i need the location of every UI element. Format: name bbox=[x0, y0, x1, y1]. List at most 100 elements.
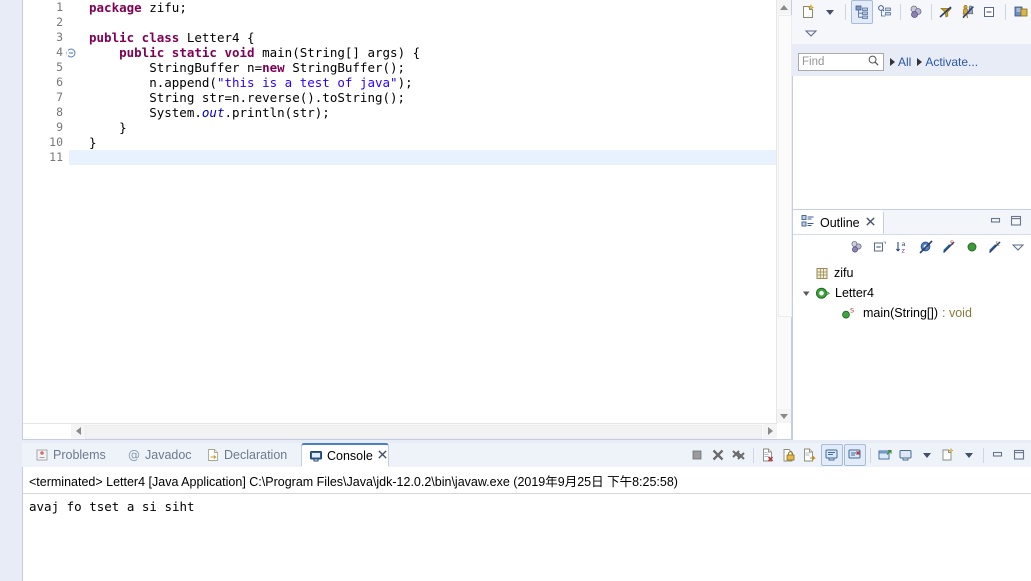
find-bar[interactable]: Find All Activate... bbox=[792, 48, 1031, 76]
collapse-members-icon[interactable] bbox=[906, 1, 926, 23]
hide-non-public-members-icon[interactable] bbox=[962, 238, 981, 257]
console-output-panel[interactable]: <terminated> Letter4 [Java Application] … bbox=[22, 467, 1031, 581]
tab-outline[interactable]: Outline bbox=[793, 210, 884, 234]
sort-alphabetically-icon[interactable]: a z bbox=[893, 238, 912, 257]
editor-text-area[interactable]: 1 2 3 4 5 6 7 8 9 10 11 package zifu; public class… bbox=[23, 0, 777, 423]
hide-local-types-icon[interactable]: L bbox=[985, 238, 1004, 257]
code-line[interactable]: n.append("this is a test of java"); bbox=[89, 75, 777, 90]
new-wizard-icon[interactable] bbox=[798, 1, 818, 23]
terminate-icon[interactable] bbox=[687, 445, 707, 465]
line-number: 2 bbox=[56, 15, 63, 29]
filter-all-link[interactable]: All bbox=[890, 55, 911, 69]
show-console-on-output-icon[interactable] bbox=[821, 444, 843, 466]
toolbar-separator bbox=[899, 4, 901, 20]
toolbar-separator bbox=[983, 447, 984, 463]
scroll-down-arrow-icon[interactable] bbox=[777, 409, 791, 423]
search-icon[interactable] bbox=[867, 54, 880, 70]
problems-icon bbox=[35, 448, 49, 462]
code-line[interactable]: String str=n.reverse().toString(); bbox=[89, 90, 777, 105]
show-console-on-error-icon[interactable] bbox=[844, 444, 866, 466]
open-console-dropdown-icon[interactable] bbox=[959, 445, 979, 465]
tab-label: Problems bbox=[53, 448, 106, 462]
horizontal-scroll-thumb[interactable] bbox=[85, 425, 762, 439]
focus-on-active-task-icon[interactable] bbox=[847, 238, 866, 257]
outline-tree[interactable]: zifu Letter4 Smain(String[]) : void bbox=[793, 259, 1031, 323]
tab-label: Javadoc bbox=[145, 448, 192, 462]
tab-javadoc[interactable]: @ Javadoc bbox=[120, 443, 199, 467]
word-wrap-icon[interactable] bbox=[800, 445, 820, 465]
line-number: 4 bbox=[23, 45, 76, 60]
activate-label: Activate... bbox=[925, 55, 979, 69]
tasks-view-body bbox=[792, 76, 1031, 210]
search-input[interactable]: Find bbox=[798, 53, 884, 71]
remove-launch-icon[interactable] bbox=[708, 445, 728, 465]
collapse-all-icon[interactable] bbox=[870, 238, 889, 257]
minimize-icon[interactable] bbox=[988, 445, 1008, 465]
search-input-placeholder: Find bbox=[802, 56, 825, 68]
eclipse-workbench: 1 2 3 4 5 6 7 8 9 10 11 package zifu; public class… bbox=[0, 0, 1031, 581]
toolbar-separator bbox=[1005, 4, 1007, 20]
collapse-all-icon[interactable] bbox=[980, 1, 1000, 23]
console-toolbar[interactable] bbox=[687, 444, 1029, 466]
minimize-icon[interactable] bbox=[989, 215, 1003, 227]
code-line[interactable]: public static void main(String[] args) { bbox=[89, 45, 777, 60]
outline-item-label: zifu bbox=[834, 266, 854, 280]
toolbar-separator bbox=[753, 447, 754, 463]
expand-arrow-icon[interactable] bbox=[801, 289, 811, 298]
code-line[interactable]: } bbox=[89, 135, 777, 150]
filter-icon[interactable] bbox=[936, 1, 956, 23]
line-number: 6 bbox=[56, 75, 63, 89]
vertical-scroll-thumb[interactable] bbox=[778, 15, 792, 317]
code-line[interactable]: package zifu; bbox=[89, 0, 777, 15]
code-line[interactable]: System.out.println(str); bbox=[89, 105, 777, 120]
tab-label: Declaration bbox=[224, 448, 288, 462]
scroll-right-arrow-icon[interactable] bbox=[763, 424, 777, 438]
code-token: .println(str); bbox=[224, 105, 330, 120]
outline-tree-item[interactable]: Smain(String[]) : void bbox=[793, 303, 1031, 323]
code-line[interactable] bbox=[69, 150, 777, 165]
close-icon[interactable] bbox=[377, 449, 388, 463]
code-line[interactable]: } bbox=[89, 120, 777, 135]
outline-tree-item[interactable]: Letter4 bbox=[793, 283, 1031, 303]
code-line[interactable] bbox=[89, 15, 777, 30]
hide-fields-icon[interactable] bbox=[916, 238, 935, 257]
maximize-icon[interactable] bbox=[1009, 215, 1023, 227]
outline-icon bbox=[801, 214, 815, 231]
outline-tree-item[interactable]: zifu bbox=[793, 263, 1031, 283]
hide-static-members-icon[interactable]: S bbox=[939, 238, 958, 257]
maximize-icon[interactable] bbox=[1009, 445, 1029, 465]
close-icon[interactable] bbox=[865, 216, 876, 230]
activate-link[interactable]: Activate... bbox=[917, 55, 978, 69]
chevron-down-icon[interactable] bbox=[800, 22, 822, 44]
code-line[interactable]: public class Letter4 { bbox=[89, 30, 777, 45]
clear-console-icon[interactable] bbox=[758, 445, 778, 465]
view-menu-tree-icon[interactable] bbox=[875, 1, 895, 23]
scroll-lock-icon[interactable] bbox=[779, 445, 799, 465]
display-selected-console-icon[interactable] bbox=[896, 445, 916, 465]
outline-toolbar[interactable]: a z S L bbox=[793, 235, 1031, 259]
source-code[interactable]: package zifu; public class Letter4 { pub… bbox=[69, 0, 777, 423]
scroll-left-arrow-icon[interactable] bbox=[71, 424, 85, 438]
debug-icon[interactable] bbox=[1011, 1, 1031, 23]
tab-declaration[interactable]: Declaration bbox=[199, 443, 301, 467]
display-selected-console-dropdown-icon[interactable] bbox=[917, 445, 937, 465]
remove-all-terminated-icon[interactable] bbox=[729, 445, 749, 465]
code-line[interactable]: StringBuffer n=new StringBuffer(); bbox=[89, 60, 777, 75]
package-icon bbox=[815, 266, 830, 281]
hide-fields-icon[interactable] bbox=[958, 1, 978, 23]
tab-console[interactable]: Console bbox=[301, 443, 389, 467]
tab-problems[interactable]: Problems bbox=[28, 443, 120, 467]
editor-horizontal-scrollbar[interactable] bbox=[23, 423, 777, 439]
line-number: 7 bbox=[56, 90, 63, 104]
editor-vertical-scrollbar[interactable] bbox=[776, 0, 792, 423]
view-toolbar[interactable] bbox=[792, 0, 1031, 44]
java-editor[interactable]: 1 2 3 4 5 6 7 8 9 10 11 package zifu; public class… bbox=[22, 0, 792, 440]
new-wizard-dropdown-icon[interactable] bbox=[820, 1, 840, 23]
scroll-up-arrow-icon[interactable] bbox=[777, 0, 791, 14]
pin-console-icon[interactable] bbox=[875, 445, 895, 465]
view-menu-icon[interactable] bbox=[1008, 238, 1027, 257]
open-console-icon[interactable] bbox=[938, 445, 958, 465]
console-view: Problems @ Javadoc Declaration Console <… bbox=[22, 443, 1031, 581]
code-token: "this is a test of java" bbox=[216, 75, 398, 90]
link-with-editor-icon[interactable] bbox=[850, 0, 873, 24]
